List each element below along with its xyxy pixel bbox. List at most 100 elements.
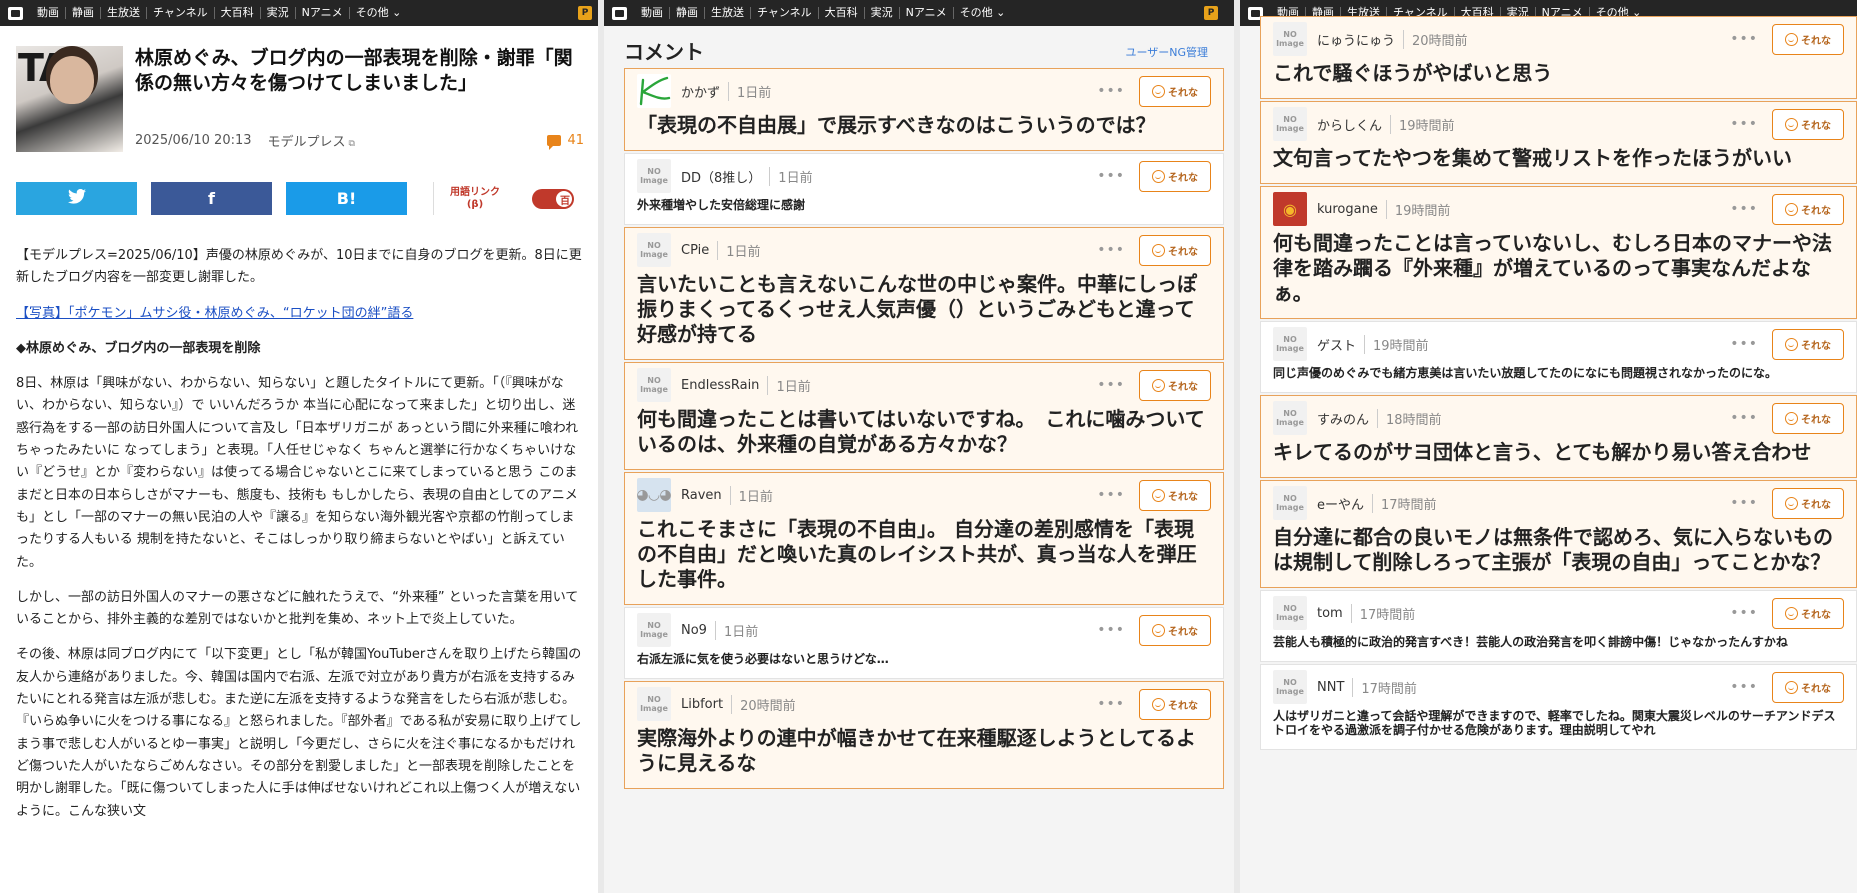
user-avatar[interactable]: NO Image bbox=[1273, 596, 1307, 630]
comment-author[interactable]: DD（8推し） bbox=[681, 167, 761, 186]
user-avatar[interactable]: NO Image bbox=[1273, 327, 1307, 361]
nav-item[interactable]: その他 bbox=[350, 7, 408, 19]
hatena-bookmark-button[interactable]: B! bbox=[286, 182, 407, 215]
user-avatar[interactable]: NO Image bbox=[637, 368, 671, 402]
niconico-logo-icon[interactable] bbox=[612, 6, 627, 20]
comment-author[interactable]: にゅうにゅう bbox=[1317, 30, 1395, 49]
more-options-icon[interactable]: ••• bbox=[1730, 201, 1758, 217]
nav-item[interactable]: 実況 bbox=[261, 7, 296, 19]
more-options-icon[interactable]: ••• bbox=[1097, 622, 1125, 638]
nav-item[interactable]: チャンネル bbox=[147, 7, 215, 19]
more-options-icon[interactable]: ••• bbox=[1730, 495, 1758, 511]
user-avatar[interactable]: NO Image bbox=[1273, 22, 1307, 56]
smile-icon bbox=[1785, 680, 1798, 694]
user-ng-settings-link[interactable]: ユーザーNG管理 bbox=[1125, 44, 1208, 60]
reaction-label: それな bbox=[1801, 120, 1831, 132]
user-avatar[interactable]: NO Image bbox=[637, 613, 671, 647]
soreana-reaction-button[interactable]: それな bbox=[1772, 671, 1844, 703]
user-avatar[interactable]: NO Image bbox=[1273, 107, 1307, 141]
comments-heading: コメント bbox=[624, 40, 704, 64]
user-avatar[interactable]: ◕◡◕ bbox=[636, 478, 672, 512]
nav-item[interactable]: 静画 bbox=[670, 7, 705, 19]
comment-item: NO Image すみのん 18時間前 ••• それな キレてるのがサヨ団体と言う、とても解… bbox=[1260, 395, 1857, 478]
twitter-share-button[interactable] bbox=[16, 182, 137, 215]
nav-item[interactable]: 生放送 bbox=[101, 7, 147, 19]
soreana-reaction-button[interactable]: それな bbox=[1139, 614, 1211, 646]
facebook-share-button[interactable]: f bbox=[151, 182, 272, 215]
more-options-icon[interactable]: ••• bbox=[1730, 410, 1758, 426]
more-options-icon[interactable]: ••• bbox=[1097, 487, 1125, 503]
soreana-reaction-button[interactable]: それな bbox=[1139, 479, 1211, 511]
comment-author[interactable]: Libfort bbox=[681, 697, 723, 712]
soreana-reaction-button[interactable]: それな bbox=[1139, 234, 1211, 266]
user-avatar[interactable]: NO Image bbox=[1273, 486, 1307, 520]
soreana-reaction-button[interactable]: それな bbox=[1772, 597, 1844, 629]
more-options-icon[interactable]: ••• bbox=[1730, 31, 1758, 47]
soreana-reaction-button[interactable]: それな bbox=[1772, 193, 1844, 225]
soreana-reaction-button[interactable]: それな bbox=[1772, 23, 1844, 55]
soreana-reaction-button[interactable]: それな bbox=[1139, 369, 1211, 401]
user-avatar[interactable] bbox=[637, 74, 671, 108]
article-source-link[interactable]: モデルプレス ⧉ bbox=[268, 131, 355, 150]
soreana-reaction-button[interactable]: それな bbox=[1772, 402, 1844, 434]
user-avatar[interactable]: NO Image bbox=[637, 233, 671, 267]
soreana-reaction-button[interactable]: それな bbox=[1139, 75, 1211, 107]
comment-author[interactable]: すみのん bbox=[1317, 409, 1369, 428]
nav-item[interactable]: Nアニメ bbox=[296, 7, 350, 19]
user-avatar[interactable]: NO Image bbox=[637, 159, 671, 193]
comment-author[interactable]: EndlessRain bbox=[681, 378, 759, 393]
more-options-icon[interactable]: ••• bbox=[1730, 336, 1758, 352]
premium-badge-icon[interactable]: P bbox=[578, 6, 592, 20]
comment-author[interactable]: No9 bbox=[681, 623, 707, 638]
soreana-reaction-button[interactable]: それな bbox=[1139, 160, 1211, 192]
related-photo-link[interactable]: 【写真】「ポケモン」ムサシ役・林原めぐみ、“ロケット団の絆”語る bbox=[16, 306, 413, 321]
comment-item: ◕◡◕ Raven 1日前 ••• それな これこそまさに「表現の不自由」。 自分達の差別… bbox=[624, 472, 1224, 605]
more-options-icon[interactable]: ••• bbox=[1730, 605, 1758, 621]
more-options-icon[interactable]: ••• bbox=[1097, 242, 1125, 258]
soreana-reaction-button[interactable]: それな bbox=[1772, 328, 1844, 360]
soreana-reaction-button[interactable]: それな bbox=[1139, 688, 1211, 720]
comment-author[interactable]: かかず bbox=[681, 82, 720, 101]
nav-item[interactable]: 動画 bbox=[635, 7, 670, 19]
nav-item[interactable]: その他 bbox=[954, 7, 1012, 19]
more-options-icon[interactable]: ••• bbox=[1097, 83, 1125, 99]
user-avatar[interactable]: NO Image bbox=[1273, 401, 1307, 435]
user-avatar[interactable]: NO Image bbox=[637, 687, 671, 721]
niconico-logo-icon[interactable] bbox=[8, 6, 23, 20]
more-options-icon[interactable]: ••• bbox=[1097, 168, 1125, 184]
soreana-reaction-button[interactable]: それな bbox=[1772, 108, 1844, 140]
glossary-toggle[interactable]: 百 bbox=[532, 188, 574, 209]
comment-item: NO Image ゲスト 19時間前 ••• それな 同じ声優のめぐみでも緒方恵美は言いたい… bbox=[1260, 321, 1857, 393]
nav-item[interactable]: 大百科 bbox=[215, 7, 261, 19]
nav-item[interactable]: 実況 bbox=[865, 7, 900, 19]
comment-time: 1日前 bbox=[714, 620, 758, 640]
article-thumbnail[interactable] bbox=[16, 46, 123, 152]
more-options-icon[interactable]: ••• bbox=[1730, 679, 1758, 695]
nav-item[interactable]: 静画 bbox=[66, 7, 101, 19]
comment-author[interactable]: CPie bbox=[681, 243, 709, 258]
comment-author[interactable]: eーやん bbox=[1317, 494, 1364, 513]
nav-item[interactable]: チャンネル bbox=[751, 7, 819, 19]
premium-badge-icon[interactable]: P bbox=[1204, 6, 1218, 20]
comment-author[interactable]: ゲスト bbox=[1317, 335, 1356, 354]
user-avatar[interactable]: ◉ bbox=[1273, 192, 1307, 226]
nav-item[interactable]: 生放送 bbox=[705, 7, 751, 19]
article-date: 2025/06/10 20:13 bbox=[135, 133, 252, 148]
more-options-icon[interactable]: ••• bbox=[1097, 696, 1125, 712]
comment-time: 1日前 bbox=[769, 166, 813, 186]
comment-author[interactable]: Raven bbox=[681, 488, 722, 503]
comment-count[interactable]: 41 bbox=[547, 133, 584, 150]
smile-icon bbox=[1152, 243, 1165, 257]
comment-author[interactable]: からしくん bbox=[1317, 115, 1382, 134]
comment-author[interactable]: NNT bbox=[1317, 680, 1344, 695]
comment-text: 人はザリガニと違って会話や理解ができますので、軽率でしたね。関東大震災レベルのサ… bbox=[1273, 709, 1836, 737]
comment-author[interactable]: tom bbox=[1317, 606, 1343, 621]
nav-item[interactable]: Nアニメ bbox=[900, 7, 954, 19]
nav-item[interactable]: 大百科 bbox=[819, 7, 865, 19]
more-options-icon[interactable]: ••• bbox=[1097, 377, 1125, 393]
soreana-reaction-button[interactable]: それな bbox=[1772, 487, 1844, 519]
user-avatar[interactable]: NO Image bbox=[1273, 670, 1307, 704]
more-options-icon[interactable]: ••• bbox=[1730, 116, 1758, 132]
comment-author[interactable]: kurogane bbox=[1317, 202, 1378, 217]
nav-item[interactable]: 動画 bbox=[31, 7, 66, 19]
